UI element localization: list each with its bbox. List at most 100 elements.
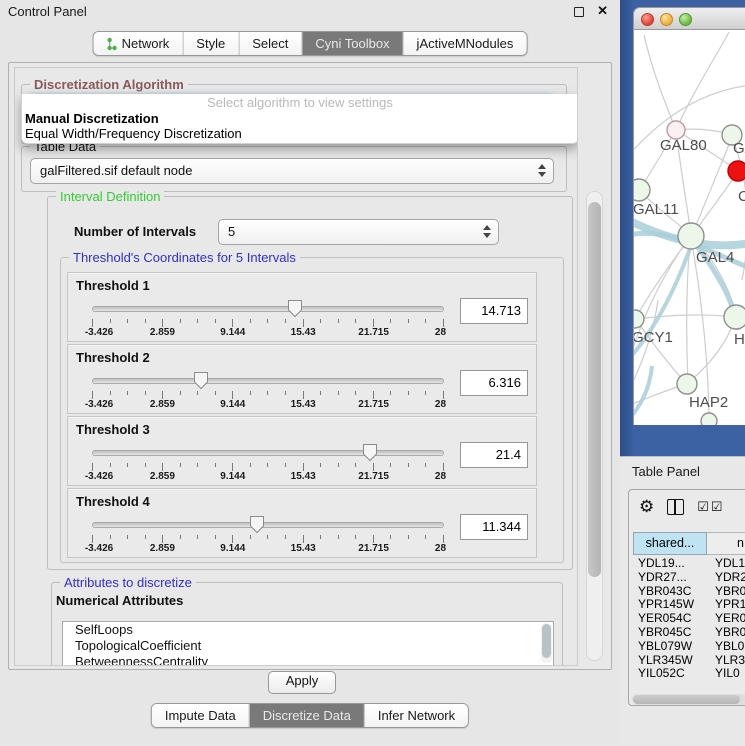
top-tab-bar: Network Style Select Cyni Toolbox jActiv… xyxy=(93,31,528,56)
svg-text:GA: GA xyxy=(733,140,745,157)
table-row[interactable]: YBR043CYBR0 xyxy=(633,585,745,599)
slider-track[interactable] xyxy=(92,378,444,384)
threshold-label: Threshold 4 xyxy=(76,494,150,509)
column-view-icon[interactable] xyxy=(667,499,684,515)
table-data-value: galFiltered.sif default node xyxy=(40,163,192,178)
float-panel-icon[interactable] xyxy=(574,7,584,17)
tab-cyni-toolbox[interactable]: Cyni Toolbox xyxy=(301,32,402,55)
threshold-slider[interactable]: -3.4262.8599.14415.4321.71528 xyxy=(92,299,444,337)
column-header-name[interactable]: n xyxy=(707,532,745,555)
threshold-value-field[interactable]: 11.344 xyxy=(460,514,528,540)
table-row[interactable]: YLR345WYLR3 xyxy=(633,654,745,668)
tab-label: Infer Network xyxy=(378,704,455,727)
select-all-checkbox-icon[interactable]: ☑ xyxy=(697,499,709,515)
network-node-gal4[interactable] xyxy=(678,223,704,249)
slider-thumb[interactable] xyxy=(362,443,378,462)
table-row[interactable]: YDL19...YDL1 xyxy=(633,557,745,571)
attributes-scrollbar[interactable] xyxy=(541,623,552,663)
tab-select[interactable]: Select xyxy=(238,32,301,55)
minimize-traffic-light[interactable] xyxy=(660,13,673,26)
svg-text:GAL80: GAL80 xyxy=(660,137,707,154)
attribute-item[interactable]: TopologicalCoefficient xyxy=(63,638,553,654)
settings-gear-icon[interactable]: ⚙ xyxy=(639,497,654,517)
network-icon xyxy=(107,37,117,51)
tab-network[interactable]: Network xyxy=(94,32,183,55)
network-node-gal11[interactable] xyxy=(634,179,650,201)
network-window-titlebar[interactable] xyxy=(633,7,745,30)
num-intervals-value: 5 xyxy=(228,224,235,239)
slider-ticks xyxy=(92,535,444,543)
threshold-value-field[interactable]: 6.316 xyxy=(460,370,528,396)
slider-tick-labels: -3.4262.8599.14415.4321.71528 xyxy=(92,399,444,411)
bottom-tab-bar: Impute Data Discretize Data Infer Networ… xyxy=(151,703,469,728)
network-node[interactable] xyxy=(724,305,745,329)
network-node[interactable] xyxy=(701,413,717,425)
tab-impute-data[interactable]: Impute Data xyxy=(152,704,249,727)
network-node-red[interactable] xyxy=(728,161,745,181)
slider-ticks xyxy=(92,319,444,327)
table-data-group: Table Data galFiltered.sif default node xyxy=(21,146,567,192)
tab-label: jActiveMNodules xyxy=(417,32,514,55)
table-row[interactable]: YPR145WYPR1 xyxy=(633,598,745,612)
threshold-label: Threshold 1 xyxy=(76,278,150,293)
svg-text:C: C xyxy=(738,188,745,205)
threshold-panel-4: Threshold 4 -3.4262.8599.14415.4321.7152… xyxy=(67,488,537,558)
table-row[interactable]: YDR27...YDR2 xyxy=(633,571,745,585)
table-data-combobox[interactable]: galFiltered.sif default node xyxy=(30,158,554,184)
deselect-all-checkbox-icon[interactable]: ☑ xyxy=(711,499,723,515)
tab-jactivemnodules[interactable]: jActiveMNodules xyxy=(403,32,527,55)
column-header-shared-name[interactable]: shared... xyxy=(633,532,707,555)
table-header-row: shared... n xyxy=(633,532,745,555)
slider-track[interactable] xyxy=(92,522,444,528)
attributes-listbox[interactable]: SelfLoops TopologicalCoefficient Between… xyxy=(62,621,554,666)
group-title: Attributes to discretize xyxy=(60,575,196,590)
table-horizontal-scrollbar[interactable] xyxy=(632,694,745,705)
dropdown-option-equal-width[interactable]: Equal Width/Frequency Discretization xyxy=(22,126,578,141)
discretize-settings-pane: Discretization Algorithm Select algorith… xyxy=(14,67,578,666)
network-view-window: GAL80 GA C GAL11 GAL4 GCY1 H HAP2 xyxy=(620,0,745,456)
slider-track[interactable] xyxy=(92,450,444,456)
slider-ticks xyxy=(92,391,444,399)
algorithm-dropdown-popup: Select algorithm to view settings Manual… xyxy=(21,94,578,144)
control-panel: Control Panel ✕ Network Style Select Cyn… xyxy=(0,0,620,745)
dropdown-option-manual[interactable]: Manual Discretization xyxy=(22,111,578,126)
threshold-slider[interactable]: -3.4262.8599.14415.4321.71528 xyxy=(92,371,444,409)
svg-text:H: H xyxy=(734,331,745,348)
table-row[interactable]: YBL079WYBL0 xyxy=(633,640,745,654)
cyni-content-frame: Discretization Algorithm Select algorith… xyxy=(8,62,612,670)
threshold-slider[interactable]: -3.4262.8599.14415.4321.71528 xyxy=(92,443,444,481)
num-intervals-combobox[interactable]: 5 xyxy=(218,219,499,245)
num-intervals-label: Number of Intervals xyxy=(74,224,196,239)
attribute-item[interactable]: SelfLoops xyxy=(63,622,553,638)
threshold-value-field[interactable]: 14.713 xyxy=(460,298,528,324)
attribute-item[interactable]: BetweennessCentrality xyxy=(63,654,553,666)
threshold-slider[interactable]: -3.4262.8599.14415.4321.71528 xyxy=(92,515,444,553)
network-node-gcy1[interactable] xyxy=(634,310,644,328)
threshold-value-field[interactable]: 21.4 xyxy=(460,442,528,468)
threshold-panel-2: Threshold 2 -3.4262.8599.14415.4321.7152… xyxy=(67,344,537,414)
tab-label: Discretize Data xyxy=(263,704,351,727)
close-traffic-light[interactable] xyxy=(641,13,654,26)
svg-text:GAL4: GAL4 xyxy=(696,249,734,266)
panel-vertical-scrollbar[interactable] xyxy=(586,191,603,661)
table-row[interactable]: YER054CYER0 xyxy=(633,612,745,626)
close-icon[interactable]: ✕ xyxy=(597,3,608,19)
table-row[interactable]: YIL052CYIL0 xyxy=(633,667,745,681)
tab-label: Style xyxy=(196,32,225,55)
group-title: Threshold's Coordinates for 5 Intervals xyxy=(69,250,300,265)
table-row[interactable]: YBR045CYBR0 xyxy=(633,626,745,640)
network-node-hap2[interactable] xyxy=(677,374,697,394)
tab-discretize-data[interactable]: Discretize Data xyxy=(249,704,364,727)
network-canvas[interactable]: GAL80 GA C GAL11 GAL4 GCY1 H HAP2 xyxy=(633,30,745,425)
slider-thumb[interactable] xyxy=(249,515,265,534)
tab-label: Impute Data xyxy=(165,704,236,727)
tab-infer-network[interactable]: Infer Network xyxy=(364,704,468,727)
slider-thumb[interactable] xyxy=(193,371,209,390)
zoom-traffic-light[interactable] xyxy=(679,13,692,26)
tab-style[interactable]: Style xyxy=(182,32,238,55)
slider-track[interactable] xyxy=(92,306,444,312)
slider-thumb[interactable] xyxy=(287,299,303,318)
apply-button[interactable]: Apply xyxy=(268,671,336,694)
slider-tick-labels: -3.4262.8599.14415.4321.71528 xyxy=(92,471,444,483)
table-rows: YDL19...YDL1YDR27...YDR2YBR043CYBR0YPR14… xyxy=(633,557,745,687)
